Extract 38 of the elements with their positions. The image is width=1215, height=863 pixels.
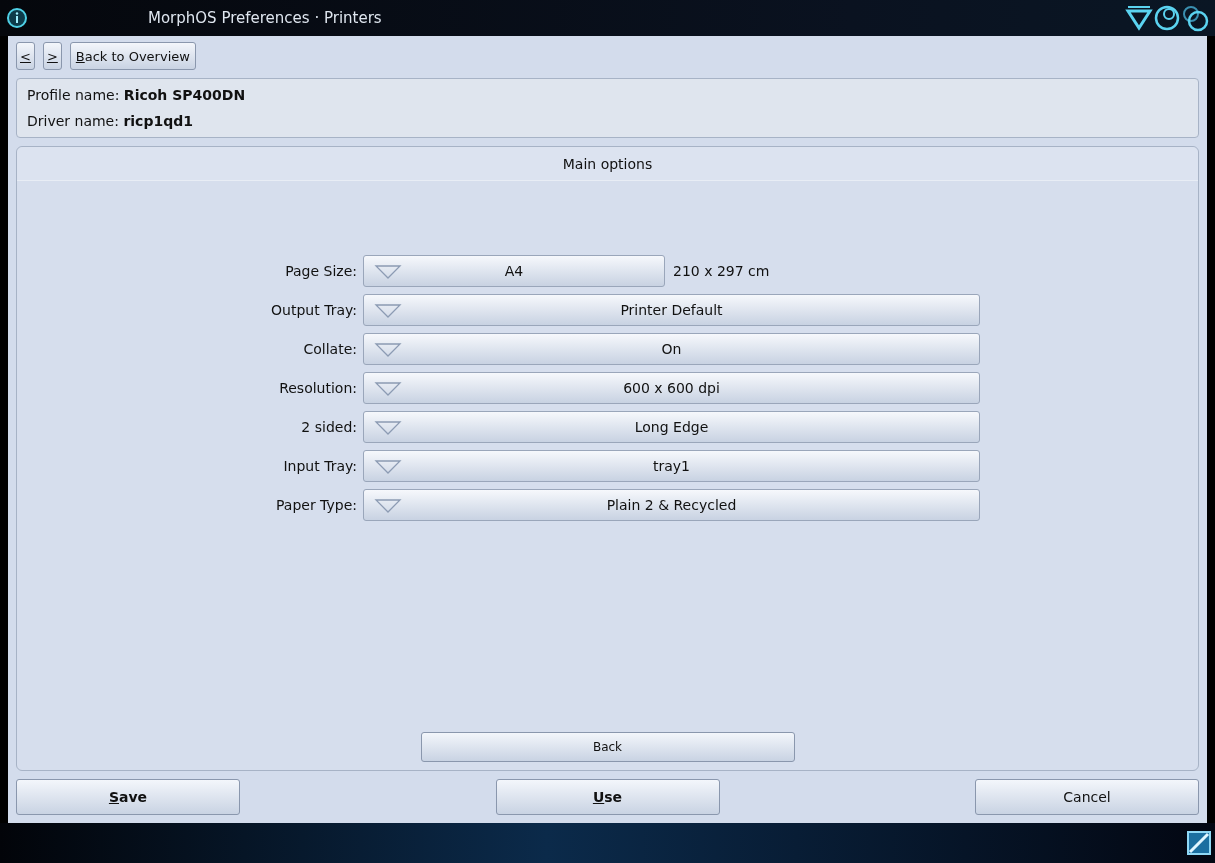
option-dropdown[interactable]: Long Edge bbox=[363, 411, 980, 443]
option-dropdown[interactable]: A4 bbox=[363, 255, 665, 287]
back-to-overview-button[interactable]: Back to Overview bbox=[69, 42, 196, 70]
info-line: Driver name: ricp1qd1 bbox=[27, 113, 194, 129]
zoom-icon[interactable] bbox=[1153, 4, 1181, 32]
option-label: Page Size: bbox=[284, 263, 357, 279]
option-dropdown[interactable]: 600 x 600 dpi bbox=[363, 372, 980, 404]
option-label: Output Tray: bbox=[270, 302, 357, 318]
action-button[interactable]: Use bbox=[495, 779, 720, 815]
dropdown-arrow-icon bbox=[374, 265, 402, 279]
info-icon[interactable] bbox=[6, 7, 28, 29]
option-label: 2 sided: bbox=[300, 419, 357, 435]
next-button[interactable]: > bbox=[42, 42, 62, 70]
info-line: Profile name: Ricoh SP400DN bbox=[27, 87, 247, 103]
option-dropdown[interactable]: tray1 bbox=[363, 450, 980, 482]
depth-icon[interactable] bbox=[1181, 4, 1209, 32]
option-dropdown[interactable]: Plain 2 & Recycled bbox=[363, 489, 980, 521]
dropdown-arrow-icon bbox=[374, 343, 402, 357]
resize-icon[interactable] bbox=[1187, 831, 1211, 855]
option-dropdown[interactable]: Printer Default bbox=[363, 294, 980, 326]
action-button[interactable]: Save bbox=[16, 779, 240, 815]
back-button[interactable]: Back bbox=[420, 732, 795, 762]
window-title: MorphOS Preferences · Printers bbox=[148, 9, 383, 27]
action-button[interactable]: Cancel bbox=[975, 779, 1199, 815]
dropdown-arrow-icon bbox=[374, 421, 402, 435]
previous-button[interactable]: < bbox=[16, 42, 35, 70]
minimize-icon[interactable] bbox=[1125, 5, 1153, 31]
main-options-tab[interactable]: Main options bbox=[17, 147, 1198, 181]
dropdown-arrow-icon bbox=[374, 460, 402, 474]
dropdown-arrow-icon bbox=[374, 499, 402, 513]
option-dropdown[interactable]: On bbox=[363, 333, 980, 365]
dropdown-arrow-icon bbox=[374, 304, 402, 318]
page-size-note: 210 x 297 cm bbox=[673, 263, 770, 279]
dropdown-arrow-icon bbox=[374, 382, 402, 396]
option-label: Collate: bbox=[302, 341, 357, 357]
option-label: Resolution: bbox=[278, 380, 357, 396]
option-label: Input Tray: bbox=[282, 458, 357, 474]
option-label: Paper Type: bbox=[275, 497, 357, 513]
